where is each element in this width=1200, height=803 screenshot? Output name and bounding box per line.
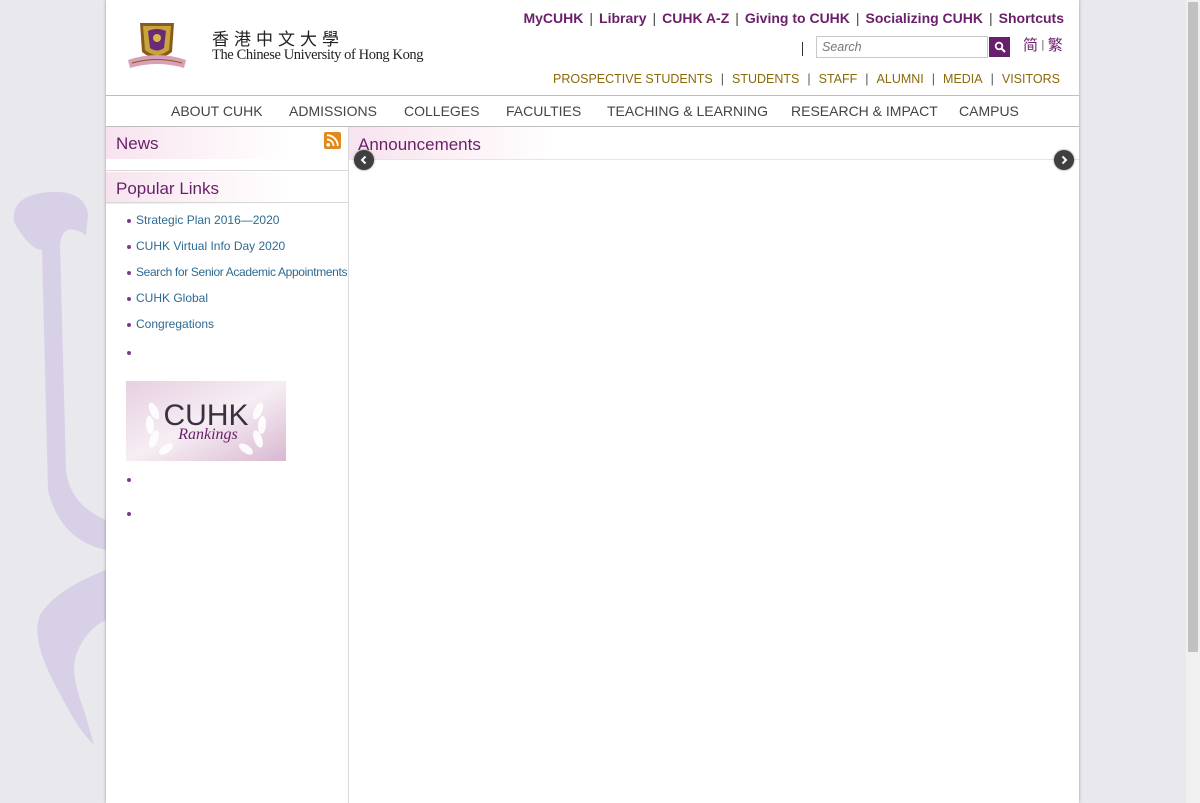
- separator: |: [931, 72, 936, 86]
- separator: |: [865, 72, 869, 86]
- section-divider: [106, 170, 348, 171]
- rss-icon[interactable]: [324, 132, 341, 149]
- nav-admissions[interactable]: ADMISSIONS: [289, 103, 377, 119]
- scrollbar-thumb[interactable]: [1188, 2, 1198, 652]
- top-link-mycuhk[interactable]: MyCUHK: [523, 10, 583, 26]
- audience-link-staff[interactable]: STAFF: [819, 72, 858, 86]
- announcements-header: Announcements: [349, 127, 1079, 160]
- popular-links-title: Popular Links: [116, 179, 220, 198]
- announcements-title: Announcements: [358, 135, 481, 154]
- popular-links-list: Strategic Plan 2016—2020 CUHK Virtual In…: [126, 213, 347, 343]
- main-navigation: ABOUT CUHK ADMISSIONS COLLEGES FACULTIES…: [106, 95, 1079, 127]
- lang-traditional-chinese[interactable]: 繁: [1048, 34, 1063, 55]
- separator: |: [652, 10, 657, 26]
- news-header: News: [106, 127, 348, 159]
- nav-about-cuhk[interactable]: ABOUT CUHK: [171, 103, 263, 119]
- search-button[interactable]: [989, 37, 1010, 57]
- separator: |: [990, 72, 994, 86]
- popular-links-header: Popular Links: [106, 172, 348, 204]
- audience-link-students[interactable]: STUDENTS: [732, 72, 799, 86]
- top-link-cuhk-a-z[interactable]: CUHK A-Z: [662, 10, 729, 26]
- language-switcher: 简 | 繁: [1023, 34, 1063, 55]
- nav-colleges[interactable]: COLLEGES: [404, 103, 479, 119]
- empty-list-bullet: [127, 512, 131, 516]
- audience-link-media[interactable]: MEDIA: [943, 72, 983, 86]
- search-icon: [994, 41, 1006, 53]
- separator: |: [720, 72, 725, 86]
- announcements-section: Announcements: [349, 127, 1079, 803]
- separator: |: [855, 10, 860, 26]
- chevron-left-icon: [360, 155, 367, 165]
- previous-slide-button[interactable]: [354, 150, 374, 170]
- popular-link-senior-appointments[interactable]: Search for Senior Academic Appointments: [126, 265, 347, 291]
- page-container: 香港中文大學 The Chinese University of Hong Ko…: [106, 0, 1079, 803]
- top-link-socializing[interactable]: Socializing CUHK: [866, 10, 983, 26]
- top-link-shortcuts[interactable]: Shortcuts: [999, 10, 1064, 26]
- search-row: 简 | 繁: [802, 36, 1064, 58]
- nav-faculties[interactable]: FACULTIES: [506, 103, 581, 119]
- cuhk-logo[interactable]: 香港中文大學 The Chinese University of Hong Ko…: [126, 20, 424, 72]
- empty-list-bullet: [127, 351, 131, 355]
- lang-simplified-chinese[interactable]: 简: [1023, 34, 1038, 55]
- audience-link-prospective-students[interactable]: PROSPECTIVE STUDENTS: [553, 72, 713, 86]
- popular-link-congregations[interactable]: Congregations: [126, 317, 347, 343]
- top-link-library[interactable]: Library: [599, 10, 646, 26]
- popular-link-virtual-info-day[interactable]: CUHK Virtual Info Day 2020: [126, 239, 347, 265]
- lang-separator: |: [1041, 38, 1045, 51]
- section-divider: [106, 202, 348, 203]
- chevron-right-icon: [1061, 155, 1068, 165]
- separator: |: [735, 10, 739, 26]
- left-sidebar: News Popular Links Strategic Plan 2016—2…: [106, 127, 349, 803]
- audience-link-visitors[interactable]: VISITORS: [1002, 72, 1060, 86]
- popular-link-strategic-plan[interactable]: Strategic Plan 2016—2020: [126, 213, 347, 239]
- audience-links: PROSPECTIVE STUDENTS | STUDENTS | STAFF | A…: [553, 72, 1060, 86]
- top-link-giving[interactable]: Giving to CUHK: [745, 10, 850, 26]
- separator: |: [807, 72, 811, 86]
- separator: |: [989, 10, 993, 26]
- text-cursor-divider: [802, 42, 803, 56]
- nav-teaching-learning[interactable]: TEACHING & LEARNING: [607, 103, 768, 119]
- cuhk-rankings-banner[interactable]: CUHK Rankings: [126, 381, 286, 461]
- rankings-banner-sub: Rankings: [177, 426, 238, 443]
- university-crest-icon: [128, 23, 186, 68]
- audience-link-alumni[interactable]: ALUMNI: [877, 72, 924, 86]
- next-slide-button[interactable]: [1054, 150, 1074, 170]
- news-title[interactable]: News: [116, 134, 159, 154]
- nav-campus[interactable]: CAMPUS: [959, 103, 1019, 119]
- logo-english-name: The Chinese University of Hong Kong: [212, 47, 424, 63]
- empty-list-bullet: [127, 478, 131, 482]
- popular-link-cuhk-global[interactable]: CUHK Global: [126, 291, 347, 317]
- separator: |: [589, 10, 594, 26]
- nav-research-impact[interactable]: RESEARCH & IMPACT: [791, 103, 938, 119]
- search-input[interactable]: [816, 36, 988, 58]
- top-utility-links: MyCUHK | Library | CUHK A-Z | Giving to CUH…: [523, 10, 1064, 26]
